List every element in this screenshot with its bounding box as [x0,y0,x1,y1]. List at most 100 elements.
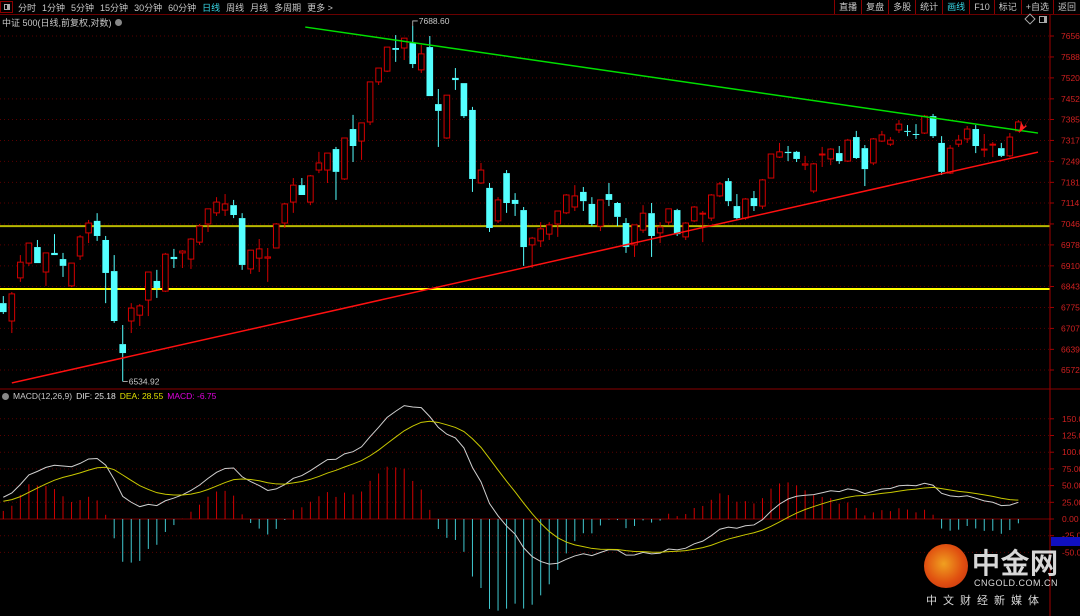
candle-body [213,201,220,214]
candle [853,130,860,159]
candle-body [162,253,169,292]
candle [665,208,672,225]
tab-8[interactable]: 月线 [247,1,271,14]
candle-body [776,151,783,158]
candle [204,208,212,232]
candle [494,197,502,224]
cngold-logo-icon [924,544,968,588]
candle-body [656,226,664,234]
candle [127,303,135,334]
candle [1015,120,1022,133]
candle [631,224,638,257]
tool-button-1[interactable]: 复盘 [861,0,888,14]
candle-body [835,153,843,162]
candle-body [801,163,809,166]
candle-body [520,210,527,248]
candle-body [409,43,417,65]
dea-line [3,420,1019,553]
chevron-down-icon[interactable] [114,19,122,26]
candle-body [392,48,399,50]
candle-body [921,115,928,134]
candle-body [281,203,289,224]
candle [793,150,800,163]
candle [861,145,869,187]
candle-body [767,153,775,179]
candle [588,197,596,227]
candle-body [639,212,647,231]
tab-2[interactable]: 5分钟 [68,1,97,14]
tab-7[interactable]: 周线 [223,1,247,14]
candle [989,141,997,158]
candle-body [733,206,741,219]
candle-body [750,198,758,207]
diamond-icon[interactable] [1024,13,1036,25]
tool-button-2[interactable]: 多股 [888,0,915,14]
candle [281,203,289,228]
tab-10[interactable]: 更多 > [304,1,336,14]
layout-toggle-icon[interactable] [0,1,13,13]
panel-toggle-icon[interactable] [1039,15,1047,23]
candle [307,174,314,206]
candle [545,222,553,240]
resistance-trendline [305,26,1039,134]
candle [520,207,527,266]
candle-body [272,223,280,249]
candle-body [955,139,962,145]
candle-body [588,203,596,224]
candle [998,142,1005,158]
candle-body [59,259,67,266]
candle-body [443,94,451,139]
y-tick-label: 6707 [1061,323,1080,333]
dea-value: DEA: 28.55 [119,391,164,401]
candle-body [153,280,161,289]
candle [776,142,783,159]
candle [170,248,178,269]
watermark-name: 中金网 [972,548,1060,579]
candle [25,242,33,266]
candle [759,178,766,209]
tool-button-7[interactable]: +自选 [1020,0,1053,14]
candle [1006,133,1014,158]
candle [8,292,16,334]
tool-button-4[interactable]: 画线 [942,0,969,14]
candle-body [725,181,732,202]
candle [315,151,323,174]
candle [238,213,246,270]
tool-button-6[interactable]: 标记 [993,0,1021,14]
tool-button-5[interactable]: F10 [969,0,994,14]
tab-1[interactable]: 1分钟 [39,1,68,14]
indicator-menu-icon[interactable] [2,392,9,400]
candle [59,252,67,277]
candle [946,145,954,175]
tab-6[interactable]: 日线 [199,1,223,14]
tab-0[interactable]: 分时 [15,1,39,14]
watermark-tagline: 中文财经新媒体 [926,595,1045,607]
tab-5[interactable]: 60分钟 [165,1,199,14]
candle [179,250,186,269]
candle [767,153,775,179]
tool-button-0[interactable]: 直播 [834,0,861,14]
macd-tick-label: -25.00 [1062,531,1080,541]
tab-3[interactable]: 15分钟 [97,1,131,14]
tool-button-3[interactable]: 统计 [915,0,942,14]
candle [76,235,84,261]
candle [810,162,817,194]
candle [707,194,715,221]
candle [247,249,254,274]
candle [648,203,655,257]
grid-lines [0,35,1050,371]
candle-body [366,81,374,123]
tool-button-8[interactable]: 返回 [1052,0,1080,14]
candle-body [682,222,690,238]
candle [972,125,980,154]
candle-body [759,179,766,207]
candle-body [844,139,852,162]
candle-body [127,307,135,322]
tab-9[interactable]: 多周期 [271,1,304,14]
candle-body [452,77,459,81]
candle-body [861,148,869,170]
candle-body [528,237,536,246]
tab-4[interactable]: 30分钟 [131,1,165,14]
candle-body [818,153,826,156]
candle-body [545,224,553,235]
